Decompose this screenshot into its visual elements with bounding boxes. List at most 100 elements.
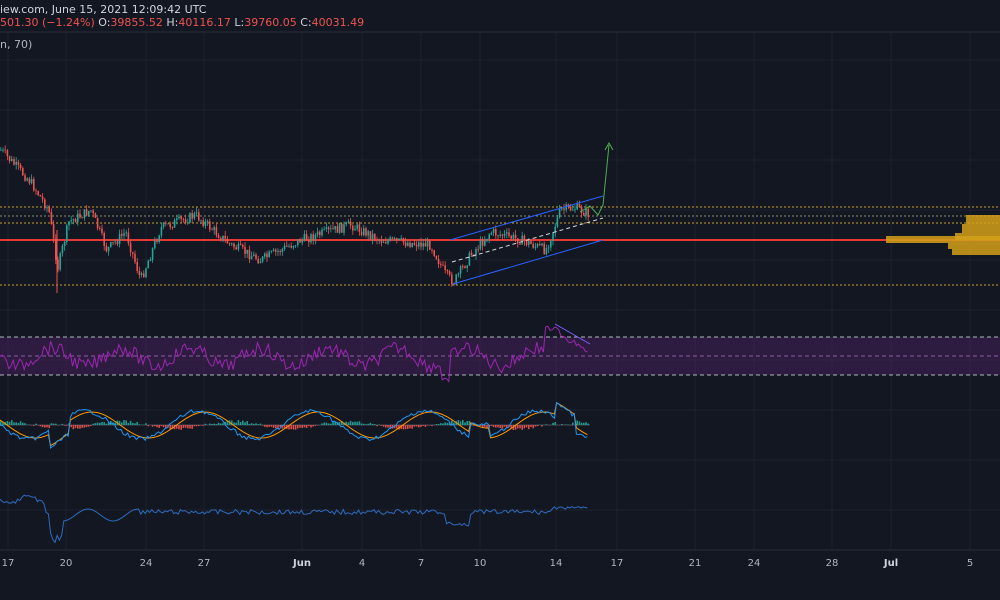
macd-histogram-bar	[299, 425, 301, 428]
candle-body	[107, 246, 110, 252]
chart-canvas[interactable]	[0, 0, 1000, 600]
macd-histogram-bar	[90, 425, 92, 426]
candle-body	[290, 245, 292, 248]
macd-histogram-bar	[490, 425, 493, 427]
candle-body	[583, 213, 585, 216]
macd-histogram-bar	[103, 422, 105, 425]
candle-body	[525, 241, 528, 245]
candle-body	[178, 216, 180, 219]
candle-body	[8, 156, 11, 161]
candle-body	[550, 240, 552, 248]
macd-histogram-bar	[162, 425, 165, 428]
candle-body	[572, 209, 574, 211]
candle-body	[105, 245, 108, 252]
macd-histogram-bar	[202, 425, 204, 426]
macd-histogram-bar	[385, 425, 387, 428]
candle-body	[156, 240, 158, 242]
candle-body	[336, 226, 339, 233]
candle-body	[160, 226, 163, 236]
candle-body	[255, 254, 257, 259]
candle-body	[268, 251, 270, 258]
macd-histogram-bar	[272, 425, 275, 428]
price-pane[interactable]	[0, 141, 1000, 293]
candle-body	[459, 266, 462, 274]
candle-body	[358, 224, 361, 232]
candle-body	[281, 248, 284, 253]
x-axis-tick-label: 10	[473, 558, 487, 569]
candle-body	[497, 235, 499, 237]
candle-body	[202, 220, 204, 226]
macd-histogram-bar	[431, 425, 433, 427]
candle-body	[103, 233, 105, 246]
macd-histogram-bar	[536, 425, 539, 427]
candle-body	[184, 219, 187, 223]
macd-histogram-bar	[134, 423, 136, 425]
macd-histogram-bar	[580, 422, 583, 425]
x-axis-tick-label: 4	[358, 558, 366, 569]
macd-histogram-bar	[72, 425, 75, 430]
candle-body	[112, 242, 114, 243]
candle-body	[299, 239, 301, 243]
candle-body	[479, 239, 482, 250]
candle-body	[68, 221, 70, 226]
macd-histogram-bar	[235, 422, 237, 425]
candle-body	[431, 249, 433, 251]
candle-body	[33, 179, 35, 191]
candle-body	[433, 250, 435, 256]
x-axis-tick-label: 5	[966, 558, 974, 569]
candle-body	[341, 223, 343, 233]
macd-histogram-bar	[211, 423, 213, 425]
macd-histogram-bar	[74, 425, 77, 428]
candle-body	[288, 245, 290, 247]
macd-histogram-bar	[374, 424, 376, 425]
macd-histogram-bar	[371, 423, 374, 425]
candle-body	[81, 217, 83, 219]
macd-histogram-bar	[521, 425, 523, 430]
candle-body	[558, 209, 561, 218]
macd-histogram-bar	[198, 425, 200, 427]
candle-body	[391, 237, 394, 239]
candle-body	[508, 232, 510, 236]
line-indicator-pane[interactable]	[0, 494, 588, 544]
candle-body	[352, 225, 354, 231]
candle-body	[233, 243, 235, 248]
macd-histogram-bar	[81, 425, 83, 428]
candle-body	[481, 239, 484, 246]
candle-body	[235, 247, 237, 250]
candle-body	[435, 255, 438, 260]
candle-body	[365, 228, 367, 236]
candle-body	[442, 264, 444, 266]
volume-profile-bar	[962, 224, 1000, 233]
candle-body	[530, 241, 532, 244]
macd-histogram-bar	[145, 423, 147, 425]
candle-body	[387, 240, 389, 244]
volume-profile-bar	[948, 243, 1000, 249]
candle-body	[415, 244, 418, 247]
macd-histogram-bar	[215, 423, 218, 425]
rsi-pane[interactable]	[0, 323, 1000, 383]
candle-body	[261, 256, 264, 262]
candle-body	[316, 231, 319, 235]
macd-histogram-bar	[314, 425, 317, 426]
macd-histogram-bar	[437, 423, 440, 425]
candle-body	[349, 221, 352, 226]
high-value: 40116.17	[178, 16, 231, 29]
candle-body	[413, 242, 416, 245]
x-axis-tick-label: 27	[197, 558, 211, 569]
macd-histogram-bar	[61, 423, 64, 425]
candle-body	[393, 238, 396, 239]
macd-histogram-bar	[79, 425, 81, 429]
candle-body	[143, 273, 145, 278]
candle-body	[327, 227, 330, 230]
candle-body	[334, 226, 336, 230]
candle-body	[231, 243, 233, 245]
candle-body	[248, 249, 251, 260]
candle-body	[0, 149, 2, 151]
candle-body	[539, 244, 541, 246]
candle-body	[35, 190, 37, 192]
candle-body	[85, 209, 88, 216]
macd-histogram-bar	[576, 420, 578, 425]
candle-body	[283, 245, 286, 249]
macd-histogram-bar	[528, 425, 530, 430]
candle-body	[39, 195, 42, 197]
